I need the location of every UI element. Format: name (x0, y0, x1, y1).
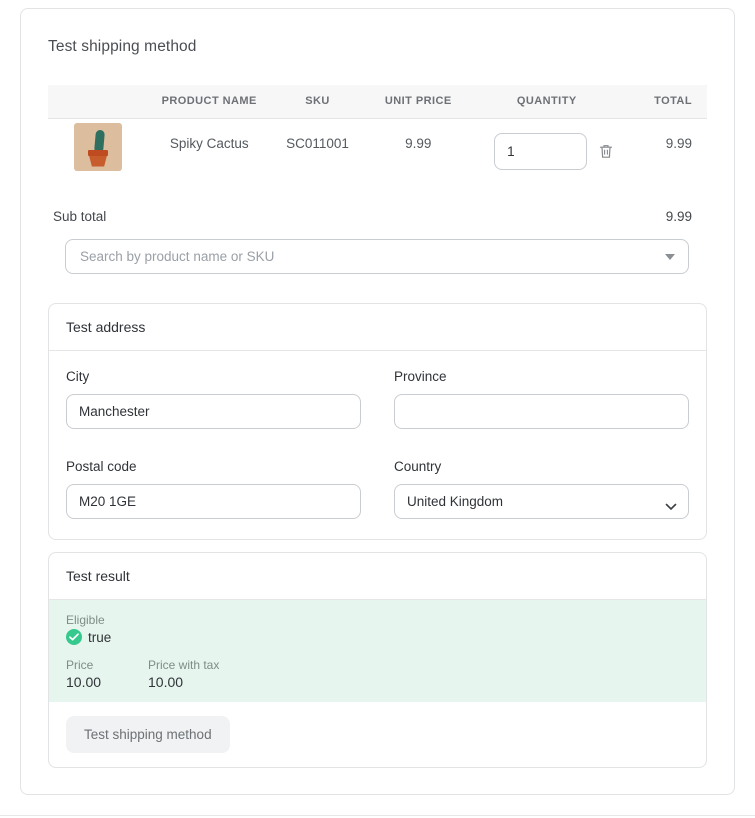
column-header-quantity: QUANTITY (471, 85, 622, 118)
country-label: Country (394, 459, 689, 474)
cactus-product-image (74, 123, 122, 171)
city-field[interactable] (66, 394, 361, 429)
page-title: Test shipping method (48, 38, 707, 56)
bottom-divider (0, 815, 755, 816)
column-header-unit-price: UNIT PRICE (365, 85, 471, 118)
price-group: Price 10.00 (66, 658, 128, 690)
postal-code-label: Postal code (66, 459, 361, 474)
subtotal-label: Sub total (53, 209, 106, 224)
table-header-row: PRODUCT NAME SKU UNIT PRICE QUANTITY TOT… (48, 85, 707, 118)
eligible-value: true (88, 630, 111, 645)
column-header-product-name: PRODUCT NAME (149, 85, 270, 118)
postal-code-field-group: Postal code (66, 459, 361, 519)
test-shipping-method-button[interactable]: Test shipping method (66, 716, 230, 753)
price-value: 10.00 (66, 674, 128, 690)
price-with-tax-value: 10.00 (148, 674, 219, 690)
test-address-card: Test address City Province Postal code C… (48, 303, 707, 540)
quantity-input[interactable] (494, 133, 587, 170)
city-label: City (66, 369, 361, 384)
price-label: Price (66, 658, 128, 672)
subtotal-row: Sub total 9.99 (48, 196, 707, 224)
result-footer: Test shipping method (49, 702, 706, 767)
product-image-cell (48, 118, 149, 196)
subtotal-value: 9.99 (666, 209, 692, 224)
test-result-card: Test result Eligible true Price 10.00 Pr… (48, 552, 707, 768)
product-table: PRODUCT NAME SKU UNIT PRICE QUANTITY TOT… (48, 85, 707, 196)
city-field-group: City (66, 369, 361, 429)
table-row: Spiky Cactus SC011001 9.99 (48, 118, 707, 196)
price-with-tax-group: Price with tax 10.00 (148, 658, 219, 690)
country-select[interactable]: United Kingdom (394, 484, 689, 519)
address-form: City Province Postal code Country United… (49, 351, 706, 539)
country-field-group: Country United Kingdom (394, 459, 689, 519)
column-header-image (48, 85, 149, 118)
price-with-tax-label: Price with tax (148, 658, 219, 672)
province-field[interactable] (394, 394, 689, 429)
eligible-label: Eligible (66, 613, 689, 627)
eligible-value-row: true (66, 629, 689, 645)
column-header-sku: SKU (270, 85, 366, 118)
product-sku-cell: SC011001 (270, 118, 366, 196)
product-quantity-cell (471, 118, 622, 196)
test-address-title: Test address (49, 304, 706, 351)
test-result-title: Test result (49, 553, 706, 600)
product-name-cell: Spiky Cactus (149, 118, 270, 196)
postal-code-field[interactable] (66, 484, 361, 519)
check-circle-icon (66, 629, 82, 645)
trash-icon (598, 143, 614, 160)
province-label: Province (394, 369, 689, 384)
product-total-cell: 9.99 (622, 118, 707, 196)
result-banner: Eligible true Price 10.00 Price with tax… (49, 600, 706, 702)
search-input[interactable] (65, 239, 689, 274)
test-shipping-panel: Test shipping method PRODUCT NAME SKU UN… (20, 8, 735, 795)
product-unit-price-cell: 9.99 (365, 118, 471, 196)
product-search-combobox (65, 239, 689, 274)
price-row: Price 10.00 Price with tax 10.00 (66, 658, 689, 690)
province-field-group: Province (394, 369, 689, 429)
remove-product-button[interactable] (596, 141, 616, 162)
column-header-total: TOTAL (622, 85, 707, 118)
